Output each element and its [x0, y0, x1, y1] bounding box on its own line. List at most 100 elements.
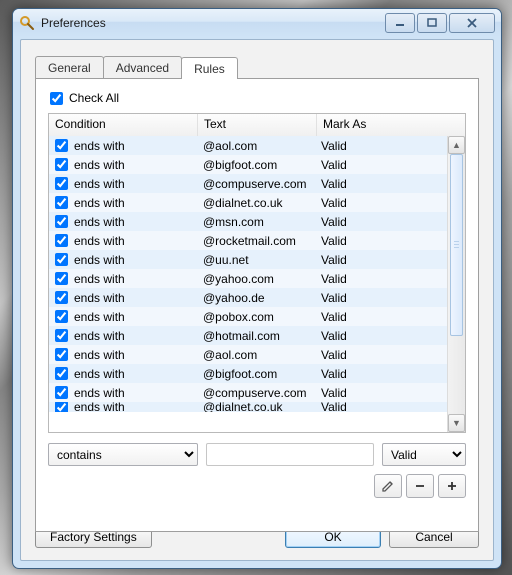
edit-rule-button[interactable] — [374, 474, 402, 498]
col-text[interactable]: Text — [198, 114, 317, 136]
row-text: @dialnet.co.uk — [197, 196, 315, 210]
client-area: General Advanced Rules Check All Conditi… — [20, 39, 494, 561]
row-condition: ends with — [74, 139, 125, 153]
table-row[interactable]: ends with @aol.comValid — [49, 136, 465, 155]
row-checkbox[interactable] — [55, 367, 68, 380]
row-text: @aol.com — [197, 139, 315, 153]
row-text: @compuserve.com — [197, 177, 315, 191]
row-checkbox[interactable] — [55, 177, 68, 190]
table-row[interactable]: ends with @pobox.comValid — [49, 307, 465, 326]
row-checkbox[interactable] — [55, 253, 68, 266]
scroll-up-button[interactable]: ▲ — [448, 136, 465, 154]
row-text: @aol.com — [197, 348, 315, 362]
table-row[interactable]: ends with @msn.comValid — [49, 212, 465, 231]
row-condition: ends with — [74, 234, 125, 248]
row-mark: Valid — [315, 177, 465, 191]
row-text: @msn.com — [197, 215, 315, 229]
scroll-thumb[interactable] — [450, 154, 463, 336]
scroll-down-button[interactable]: ▼ — [448, 414, 465, 432]
row-mark: Valid — [315, 215, 465, 229]
row-text: @rocketmail.com — [197, 234, 315, 248]
table-row[interactable]: ends with@bigfoot.comValid — [49, 155, 465, 174]
condition-select[interactable]: contains — [48, 443, 198, 466]
rule-text-input[interactable] — [206, 443, 374, 466]
close-button[interactable] — [449, 13, 495, 33]
rules-tab-pane: Check All Condition Text Mark As ends wi… — [35, 78, 479, 532]
table-body: ends with@aol.comValidends with@bigfoot.… — [49, 136, 465, 432]
row-checkbox[interactable] — [55, 348, 68, 361]
row-checkbox[interactable] — [55, 402, 68, 412]
tab-advanced[interactable]: Advanced — [103, 56, 182, 78]
row-condition: ends with — [74, 215, 125, 229]
row-condition: ends with — [74, 348, 125, 362]
row-checkbox[interactable] — [55, 272, 68, 285]
row-checkbox[interactable] — [55, 291, 68, 304]
table-row[interactable]: ends with@uu.netValid — [49, 250, 465, 269]
row-mark: Valid — [315, 386, 465, 400]
row-text: @bigfoot.com — [197, 158, 315, 172]
app-icon — [19, 15, 35, 31]
row-mark: Valid — [315, 234, 465, 248]
row-mark: Valid — [315, 402, 465, 412]
row-text: @dialnet.co.uk — [197, 402, 315, 412]
row-checkbox[interactable] — [55, 158, 68, 171]
table-row[interactable]: ends with@compuserve.comValid — [49, 174, 465, 193]
table-header: Condition Text Mark As — [49, 114, 465, 137]
row-mark: Valid — [315, 272, 465, 286]
titlebar[interactable]: Preferences — [13, 9, 501, 37]
row-text: @compuserve.com — [197, 386, 315, 400]
check-all-label: Check All — [69, 91, 119, 105]
row-checkbox[interactable] — [55, 139, 68, 152]
row-condition: ends with — [74, 367, 125, 381]
table-row[interactable]: ends with@yahoo.deValid — [49, 288, 465, 307]
row-mark: Valid — [315, 139, 465, 153]
table-row[interactable]: ends with @dialnet.co.ukValid — [49, 193, 465, 212]
row-checkbox[interactable] — [55, 310, 68, 323]
row-text: @bigfoot.com — [197, 367, 315, 381]
table-row[interactable]: ends with @yahoo.comValid — [49, 269, 465, 288]
minimize-button[interactable] — [385, 13, 415, 33]
row-condition: ends with — [74, 310, 125, 324]
row-text: @uu.net — [197, 253, 315, 267]
table-row[interactable]: ends with @rocketmail.comValid — [49, 231, 465, 250]
remove-rule-button[interactable] — [406, 474, 434, 498]
row-mark: Valid — [315, 196, 465, 210]
row-checkbox[interactable] — [55, 234, 68, 247]
row-condition: ends with — [74, 272, 125, 286]
row-condition: ends with — [74, 402, 125, 412]
tab-strip: General Advanced Rules — [35, 54, 479, 78]
row-condition: ends with — [74, 386, 125, 400]
table-row[interactable]: ends with @dialnet.co.ukValid — [49, 402, 465, 412]
row-text: @yahoo.com — [197, 272, 315, 286]
row-checkbox[interactable] — [55, 386, 68, 399]
col-condition[interactable]: Condition — [49, 114, 198, 136]
tab-general[interactable]: General — [35, 56, 104, 78]
row-mark: Valid — [315, 291, 465, 305]
row-checkbox[interactable] — [55, 329, 68, 342]
maximize-button[interactable] — [417, 13, 447, 33]
add-rule-button[interactable] — [438, 474, 466, 498]
check-all-row[interactable]: Check All — [50, 91, 466, 105]
col-mark[interactable]: Mark As — [317, 114, 465, 136]
table-row[interactable]: ends with @compuserve.comValid — [49, 383, 465, 402]
row-checkbox[interactable] — [55, 215, 68, 228]
row-condition: ends with — [74, 196, 125, 210]
check-all-checkbox[interactable] — [50, 92, 63, 105]
rules-table: Condition Text Mark As ends with @aol.com… — [48, 113, 466, 433]
scrollbar[interactable]: ▲ ▼ — [447, 136, 465, 432]
window-title: Preferences — [41, 16, 383, 30]
row-text: @hotmail.com — [197, 329, 315, 343]
table-row[interactable]: ends with@hotmail.comValid — [49, 326, 465, 345]
row-condition: ends with — [74, 329, 125, 343]
tab-rules[interactable]: Rules — [181, 57, 238, 79]
row-mark: Valid — [315, 310, 465, 324]
rule-editor-row: contains Valid — [48, 443, 466, 466]
table-row[interactable]: ends with@aol.comValid — [49, 345, 465, 364]
row-mark: Valid — [315, 367, 465, 381]
mark-select[interactable]: Valid — [382, 443, 466, 466]
table-row[interactable]: ends with @bigfoot.comValid — [49, 364, 465, 383]
row-text: @yahoo.de — [197, 291, 315, 305]
row-text: @pobox.com — [197, 310, 315, 324]
row-checkbox[interactable] — [55, 196, 68, 209]
rule-icon-bar — [48, 474, 466, 498]
